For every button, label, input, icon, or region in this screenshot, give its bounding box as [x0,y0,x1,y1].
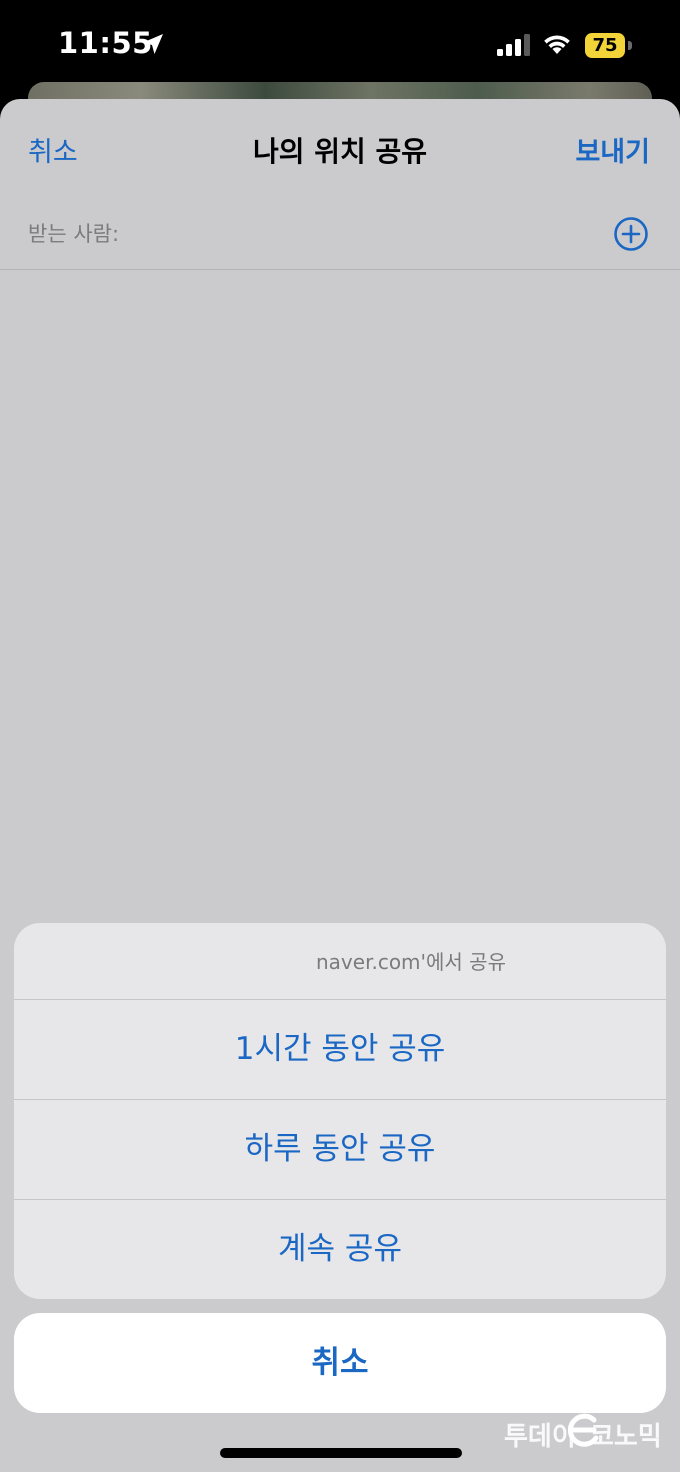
share-one-day-button[interactable]: 하루 동안 공유 [14,1099,666,1199]
action-sheet-header-text: naver.com'에서 공유 [316,950,506,974]
status-time: 11:55 [58,26,153,60]
share-one-hour-button[interactable]: 1시간 동안 공유 [14,999,666,1099]
watermark-text-right: 코노믹 [590,1422,662,1452]
share-indefinitely-button[interactable]: 계속 공유 [14,1199,666,1299]
recipient-label: 받는 사람: [28,222,120,246]
status-bar: 11:55 75 [0,0,680,86]
home-indicator[interactable] [220,1448,462,1458]
action-sheet-cancel-button[interactable]: 취소 [14,1313,666,1413]
action-sheet-header: naver.com'에서 공유 [14,923,666,999]
battery-level: 75 [592,35,618,56]
battery-indicator: 75 [585,33,633,58]
action-sheet: naver.com'에서 공유 1시간 동안 공유 하루 동안 공유 계속 공유 [14,923,666,1299]
cellular-signal-icon [497,34,530,56]
plus-circle-icon[interactable] [613,216,649,252]
recipient-divider [0,269,680,270]
send-button[interactable]: 보내기 [575,130,650,169]
nav-cancel-button[interactable]: 취소 [28,130,78,169]
wifi-icon [544,35,570,54]
watermark: 투데이 코노믹 [504,1413,664,1454]
battery-cap [628,41,632,50]
page-title: 나의 위치 공유 [252,135,428,168]
location-arrow-icon [143,34,163,54]
